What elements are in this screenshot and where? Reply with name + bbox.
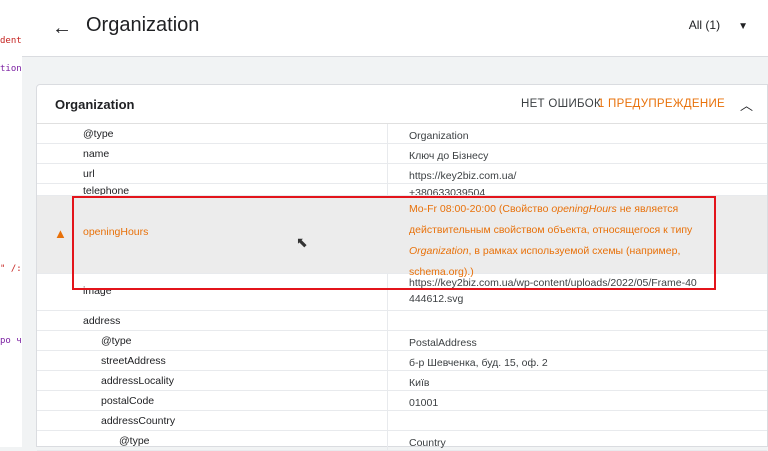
- property-value: PostalAddress: [409, 337, 477, 349]
- warning-message: Mo-Fr 08:00-20:00 (Свойство openingHours…: [409, 203, 693, 278]
- property-value: Київ: [409, 377, 430, 389]
- filter-label: All (1): [688, 18, 721, 32]
- property-value: Country: [409, 437, 446, 449]
- card-header[interactable]: Organization НЕТ ОШИБОК 1 ПРЕДУПРЕЖДЕНИЕ…: [37, 85, 767, 124]
- warning-icon: ▲: [54, 226, 67, 241]
- table-row: streetAddress б-р Шевченка, буд. 15, оф.…: [37, 351, 767, 371]
- property-key: @type: [83, 128, 114, 140]
- property-value: Ключ до Бізнесу: [409, 150, 489, 162]
- table-row: address: [37, 311, 767, 331]
- table-row: name Ключ до Бізнесу: [37, 144, 767, 164]
- property-key: addressLocality: [101, 375, 174, 387]
- table-row: @type PostalAddress: [37, 331, 767, 351]
- property-key: name: [83, 148, 110, 160]
- code-fragment: dent: [0, 36, 22, 46]
- property-key: streetAddress: [101, 355, 166, 367]
- chevron-up-icon[interactable]: ︿: [740, 95, 753, 114]
- table-row: postalCode 01001: [37, 391, 767, 411]
- property-value: https://key2biz.com.ua/: [409, 170, 517, 182]
- property-key: postalCode: [101, 395, 155, 407]
- top-bar: ← Organization All (1) ▼: [22, 0, 768, 57]
- page-title: Organization: [86, 14, 200, 36]
- structured-data-card: Organization НЕТ ОШИБОК 1 ПРЕДУПРЕЖДЕНИЕ…: [36, 84, 768, 451]
- property-key: image: [83, 285, 112, 297]
- property-key: url: [83, 168, 95, 180]
- warnings-label[interactable]: 1 ПРЕДУПРЕЖДЕНИЕ: [598, 98, 725, 110]
- property-key: telephone: [83, 185, 130, 196]
- table-row: @type Organization: [37, 124, 767, 144]
- table-row: addressLocality Київ: [37, 371, 767, 391]
- property-value: +380633039504: [409, 187, 486, 196]
- no-errors-label: НЕТ ОШИБОК: [520, 98, 601, 110]
- property-key: address: [83, 315, 121, 327]
- property-value: https://key2biz.com.ua/wp-content/upload…: [409, 277, 697, 305]
- property-value: б-р Шевченка, буд. 15, оф. 2: [409, 357, 548, 369]
- property-value: 01001: [409, 397, 439, 409]
- property-key: @type: [119, 435, 150, 447]
- back-arrow-icon[interactable]: ←: [50, 16, 74, 40]
- property-key: @type: [101, 335, 132, 347]
- property-key: openingHours: [83, 226, 149, 238]
- results-panel: ← Organization All (1) ▼ Organization НЕТ…: [22, 0, 768, 451]
- code-editor-strip: dent tion " /: ро ч: [0, 0, 23, 447]
- card-title: Organization: [55, 97, 135, 112]
- code-fragment: tion: [0, 64, 22, 74]
- table-row: image https://key2biz.com.ua/wp-content/…: [37, 274, 767, 311]
- code-fragment: ро ч: [0, 336, 22, 346]
- filter-dropdown[interactable]: All (1) ▼: [689, 18, 748, 32]
- mouse-cursor-icon: ⬉: [296, 234, 308, 250]
- property-key: addressCountry: [101, 415, 176, 427]
- table-row-warning[interactable]: ▲ openingHours Mo-Fr 08:00-20:00 (Свойст…: [37, 196, 767, 278]
- chevron-down-icon: ▼: [738, 21, 748, 32]
- table-row: url https://key2biz.com.ua/: [37, 164, 767, 184]
- table-row: addressCountry: [37, 411, 767, 431]
- property-table: @type Organization name Ключ до Бізнесу …: [37, 124, 767, 451]
- table-row: telephone +380633039504: [37, 184, 767, 196]
- table-row: @type Country: [37, 431, 767, 451]
- property-value: Organization: [409, 130, 469, 142]
- code-fragment: " /:: [0, 264, 22, 274]
